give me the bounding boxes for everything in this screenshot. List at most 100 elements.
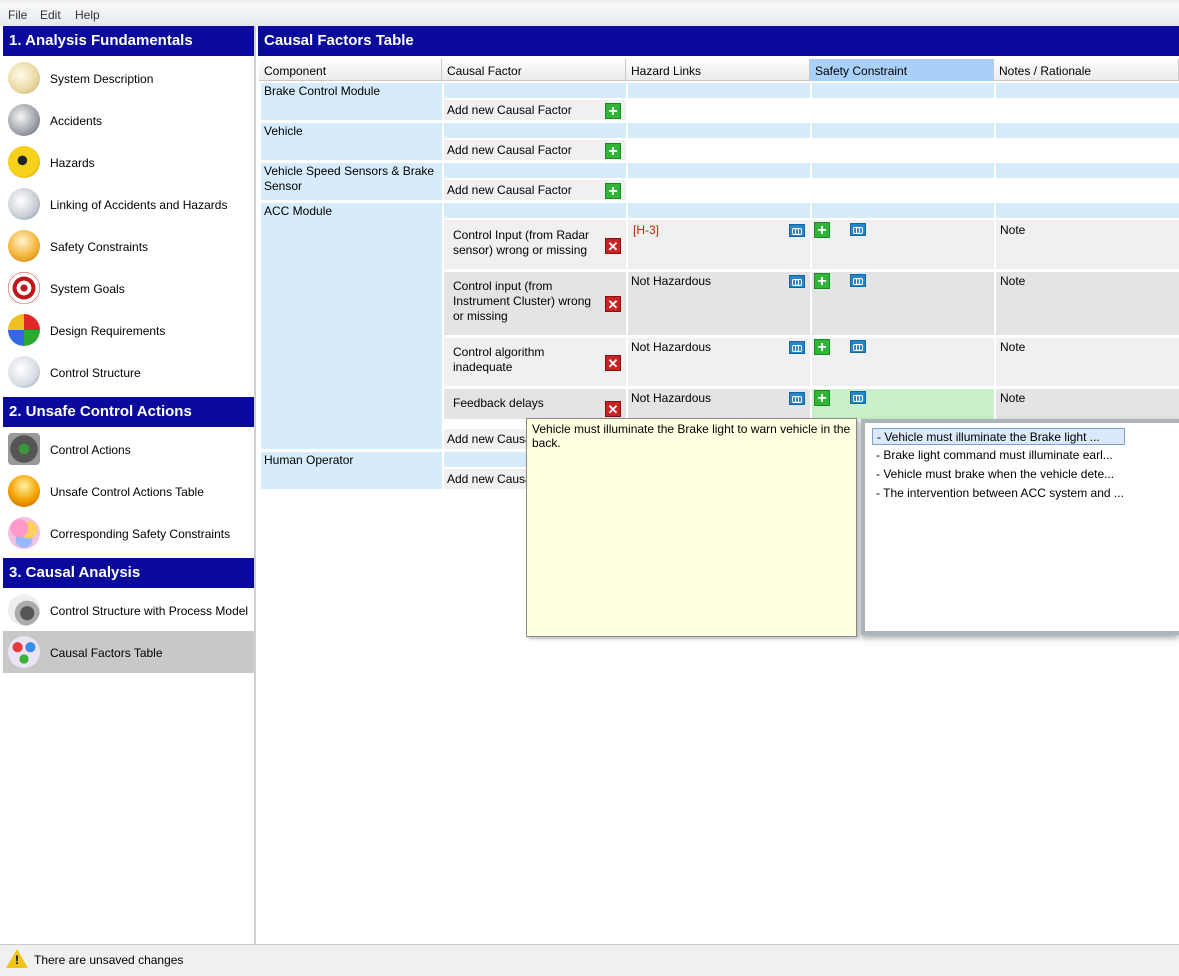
status-text: There are unsaved changes xyxy=(34,953,184,967)
safety-constraint-dropdown[interactable]: - Vehicle must illuminate the Brake ligh… xyxy=(861,419,1179,635)
sidebar-item-label: Unsafe Control Actions Table xyxy=(50,485,204,499)
add-causal-factor-label: Add new Causal Factor xyxy=(447,143,572,157)
delete-causal-factor-button[interactable]: ✕ xyxy=(605,238,621,254)
causal-network-icon xyxy=(8,636,40,668)
add-safety-constraint-button[interactable]: + xyxy=(814,390,830,407)
sidebar-item-accidents[interactable]: Accidents xyxy=(3,99,254,141)
sidebar-item-design-requirements[interactable]: Design Requirements xyxy=(3,309,254,351)
table-cell xyxy=(812,123,994,138)
status-bar: ! There are unsaved changes xyxy=(0,944,1179,976)
table-cell xyxy=(996,203,1179,218)
section-header-unsafe-control-actions[interactable]: 2. Unsafe Control Actions xyxy=(3,397,254,427)
table-cell xyxy=(812,163,994,178)
sidebar-item-hazards[interactable]: Hazards xyxy=(3,141,254,183)
menu-bar: File Edit Help xyxy=(0,0,1179,26)
hazard-link-text[interactable]: [H-3] xyxy=(633,223,659,238)
link-hazard-icon[interactable] xyxy=(789,224,805,237)
note-text[interactable]: Note xyxy=(1000,391,1025,406)
link-safety-constraint-icon[interactable] xyxy=(850,223,866,236)
note-text[interactable]: Note xyxy=(1000,274,1025,289)
add-causal-factor-label: Add new Causal Factor xyxy=(447,183,572,197)
note-text[interactable]: Note xyxy=(1000,223,1025,238)
sidebar-item-system-description[interactable]: System Description xyxy=(3,57,254,99)
hazard-link-text[interactable]: Not Hazardous xyxy=(631,274,711,289)
dropdown-option[interactable]: - Vehicle must illuminate the Brake ligh… xyxy=(872,428,1125,445)
sidebar-item-label: Causal Factors Table xyxy=(50,646,163,660)
column-header-notes[interactable]: Notes / Rationale xyxy=(994,59,1179,81)
add-safety-constraint-button[interactable]: + xyxy=(814,273,830,290)
add-causal-factor-label[interactable]: Add new Causa xyxy=(447,472,532,487)
dropdown-option[interactable]: - The intervention between ACC system an… xyxy=(872,485,1125,502)
sidebar-item-causal-factors-table[interactable]: Causal Factors Table xyxy=(3,631,254,673)
table-cell xyxy=(812,203,994,218)
delete-causal-factor-button[interactable]: ✕ xyxy=(605,355,621,371)
link-hazard-icon[interactable] xyxy=(789,275,805,288)
hazard-link-text[interactable]: Not Hazardous xyxy=(631,391,711,406)
menu-edit[interactable]: Edit xyxy=(40,8,61,22)
safety-constraint-cell xyxy=(812,220,994,269)
component-name: Vehicle Speed Sensors & Brake Sensor xyxy=(264,164,435,193)
table-cell xyxy=(444,123,626,138)
table-cell xyxy=(628,83,810,98)
safety-constraint-cell xyxy=(812,338,994,386)
link-safety-constraint-icon[interactable] xyxy=(850,274,866,287)
table-cell xyxy=(812,83,994,98)
table-cell xyxy=(628,203,810,218)
dropdown-option[interactable]: - Brake light command must illuminate ea… xyxy=(872,447,1125,464)
link-safety-constraint-icon[interactable] xyxy=(850,340,866,353)
link-safety-constraint-icon[interactable] xyxy=(850,391,866,404)
sidebar-item-system-goals[interactable]: System Goals xyxy=(3,267,254,309)
sidebar-item-label: Linking of Accidents and Hazards xyxy=(50,198,228,212)
add-causal-factor-label: Add new Causal Factor xyxy=(447,103,572,117)
table-cell xyxy=(996,163,1179,178)
page-title: Causal Factors Table xyxy=(258,26,1179,56)
sidebar-item-label: Corresponding Safety Constraints xyxy=(50,527,231,541)
note-text[interactable]: Note xyxy=(1000,340,1025,355)
dropdown-option[interactable]: - Vehicle must brake when the vehicle de… xyxy=(872,466,1125,483)
control-panel-icon xyxy=(8,433,40,465)
safety-constraint-tooltip: Vehicle must illuminate the Brake light … xyxy=(526,418,857,637)
hazard-link-text[interactable]: Not Hazardous xyxy=(631,340,711,355)
section-header-causal-analysis[interactable]: 3. Causal Analysis xyxy=(3,558,254,588)
sidebar-item-safety-constraints[interactable]: Safety Constraints xyxy=(3,225,254,267)
delete-causal-factor-button[interactable]: ✕ xyxy=(605,296,621,312)
table-header: Component Causal Factor Hazard Links Saf… xyxy=(259,59,1179,81)
sidebar-item-control-structure-process-model[interactable]: Control Structure with Process Model xyxy=(3,589,254,631)
causal-factor-text[interactable]: Control algorithm inadequate xyxy=(453,345,601,375)
sidebar-item-label: Accidents xyxy=(50,114,103,128)
edit-document-icon xyxy=(8,62,40,94)
sidebar-item-label: Control Structure xyxy=(50,366,141,380)
link-hazard-icon[interactable] xyxy=(789,392,805,405)
add-safety-constraint-button[interactable]: + xyxy=(814,339,830,356)
alarm-light-icon xyxy=(8,475,40,507)
causal-factor-text[interactable]: Control input (from Instrument Cluster) … xyxy=(453,279,601,324)
column-header-hazard-links[interactable]: Hazard Links xyxy=(626,59,810,81)
sidebar-item-linking[interactable]: Linking of Accidents and Hazards xyxy=(3,183,254,225)
add-causal-factor-button[interactable]: + xyxy=(605,143,621,160)
causal-factor-text[interactable]: Control Input (from Radar sensor) wrong … xyxy=(453,228,601,258)
delete-causal-factor-button[interactable]: ✕ xyxy=(605,401,621,417)
add-safety-constraint-button[interactable]: + xyxy=(814,222,830,239)
column-header-component[interactable]: Component xyxy=(259,59,442,81)
component-name: Human Operator xyxy=(264,453,354,467)
add-causal-factor-label[interactable]: Add new Causa xyxy=(447,432,532,447)
add-causal-factor-button[interactable]: + xyxy=(605,183,621,200)
sidebar-item-label: System Goals xyxy=(50,282,125,296)
sidebar-item-unsafe-control-actions-table[interactable]: Unsafe Control Actions Table xyxy=(3,470,254,512)
menu-help[interactable]: Help xyxy=(75,8,100,22)
add-causal-factor-button[interactable]: + xyxy=(605,103,621,120)
menu-file[interactable]: File xyxy=(8,8,27,22)
column-header-safety-constraint[interactable]: Safety Constraint xyxy=(810,59,994,81)
sidebar-item-control-structure[interactable]: Control Structure xyxy=(3,351,254,393)
link-hazard-icon[interactable] xyxy=(789,341,805,354)
sidebar-item-corresponding-safety-constraints[interactable]: Corresponding Safety Constraints xyxy=(3,512,254,554)
link-chain-icon xyxy=(8,188,40,220)
section-header-analysis-fundamentals[interactable]: 1. Analysis Fundamentals xyxy=(3,26,254,56)
column-header-causal-factor[interactable]: Causal Factor xyxy=(442,59,626,81)
component-name: Vehicle xyxy=(264,124,303,138)
radiation-warning-icon xyxy=(8,146,40,178)
table-cell xyxy=(996,123,1179,138)
safety-constraint-cell-editing[interactable] xyxy=(812,389,994,419)
sidebar-item-control-actions[interactable]: Control Actions xyxy=(3,428,254,470)
causal-factor-text[interactable]: Feedback delays xyxy=(453,396,544,411)
